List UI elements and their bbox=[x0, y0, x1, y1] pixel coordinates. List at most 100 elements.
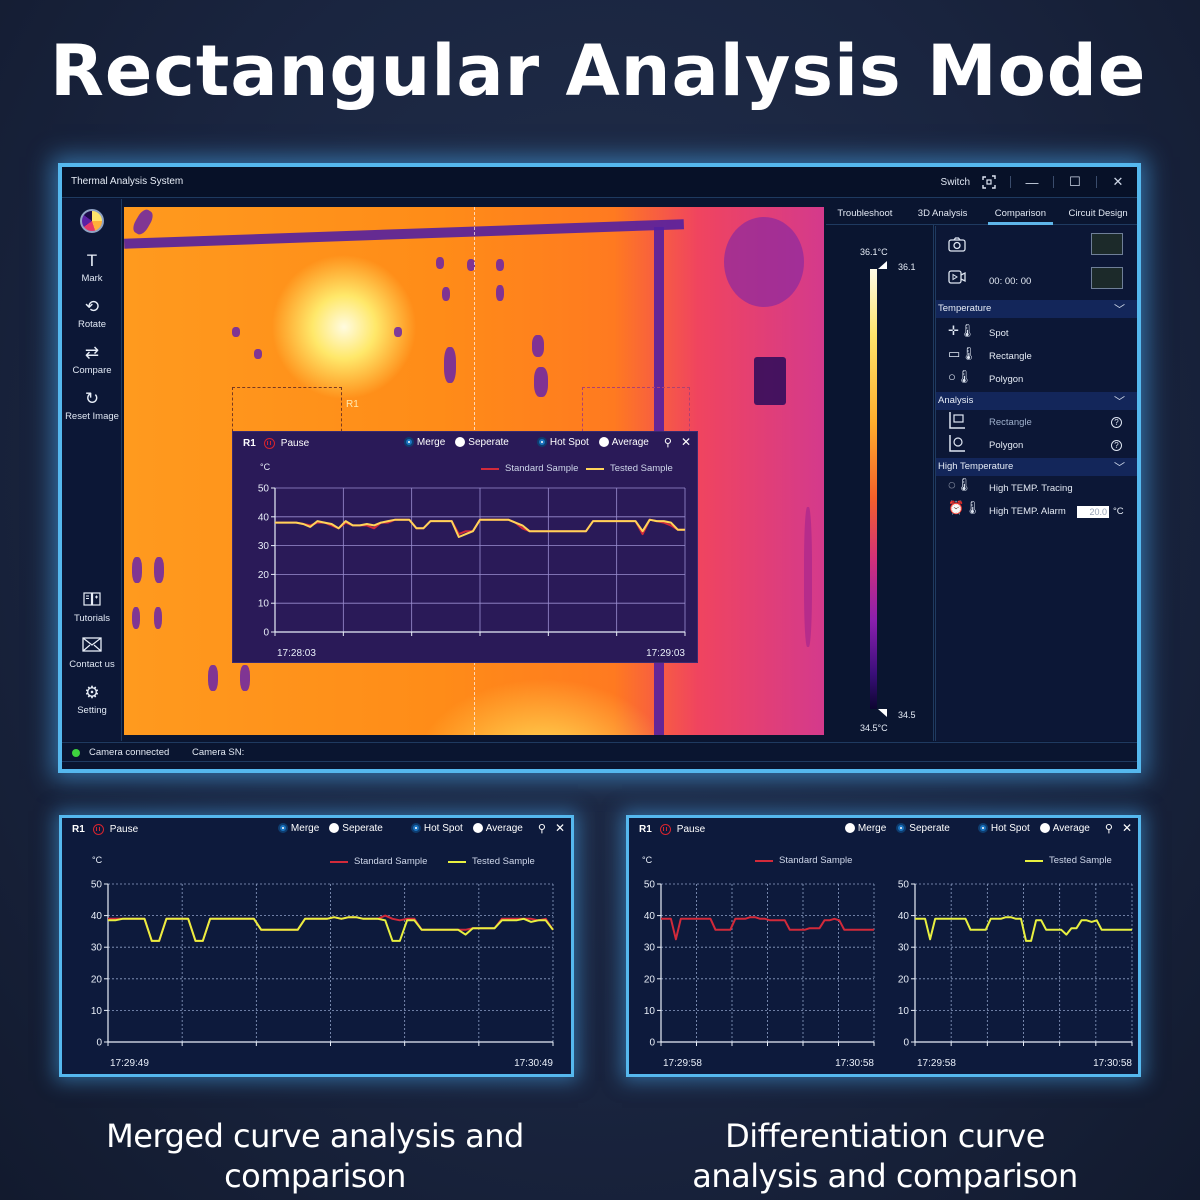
x-tick-label-end: 17:30:58 bbox=[835, 1058, 874, 1069]
chart-panel-overlay: R1 Pause Merge Seperate Hot Spot Average ⚲ ✕ °C S… bbox=[232, 431, 698, 663]
sidebar-item-setting[interactable]: ⚙ Setting bbox=[62, 683, 122, 716]
tab-circuit-design[interactable]: Circuit Design bbox=[1059, 199, 1137, 224]
pcb-chip bbox=[754, 357, 786, 405]
help-icon[interactable]: ? bbox=[1111, 440, 1122, 451]
minimize-button[interactable]: — bbox=[1021, 172, 1043, 192]
y-tick-label: 50 bbox=[91, 880, 103, 891]
video-record-icon[interactable] bbox=[948, 270, 966, 287]
switch-label[interactable]: Switch bbox=[941, 177, 970, 188]
maximize-button[interactable]: ☐ bbox=[1064, 172, 1086, 192]
plot-area: 0 10 20 30 40 50 17:28:03 17:29:03 bbox=[258, 484, 686, 659]
alarm-unit: °C bbox=[1113, 506, 1124, 517]
y-tick-label: 10 bbox=[91, 1006, 103, 1017]
chevron-down-icon[interactable]: ﹀ bbox=[1114, 459, 1125, 475]
high-temp-alarm[interactable]: High TEMP. Alarm bbox=[989, 506, 1066, 517]
max-marker-icon[interactable] bbox=[878, 261, 887, 269]
sidebar-item-mark[interactable]: T Mark bbox=[62, 251, 122, 284]
section-temperature[interactable]: Temperature ﹀ bbox=[936, 300, 1137, 318]
pcb-component bbox=[130, 207, 156, 237]
color-palette-icon bbox=[80, 209, 104, 233]
colorbar-min-marker: 34.5 bbox=[898, 710, 916, 720]
polygon-thermometer-icon: ○🌡 bbox=[948, 369, 973, 384]
y-tick-label: 40 bbox=[898, 911, 910, 922]
y-tick-label: 30 bbox=[258, 541, 270, 552]
camera-icon[interactable] bbox=[948, 237, 966, 255]
connection-status: Camera connected bbox=[89, 747, 170, 758]
help-icon[interactable]: ? bbox=[1111, 417, 1122, 428]
section-high-temperature[interactable]: High Temperature ﹀ bbox=[936, 458, 1137, 476]
sidebar-item-compare[interactable]: ⇄ Compare bbox=[62, 343, 122, 376]
section-analysis[interactable]: Analysis ﹀ bbox=[936, 392, 1137, 410]
sidebar-item-contact-us[interactable]: Contact us bbox=[62, 637, 122, 670]
tool-polygon[interactable]: Polygon bbox=[989, 374, 1023, 385]
min-marker-icon[interactable] bbox=[878, 709, 887, 717]
y-tick-label: 20 bbox=[91, 974, 103, 985]
colorbar-min-label: 34.5°C bbox=[860, 723, 888, 733]
sidebar-item-label: Reset Image bbox=[65, 411, 119, 422]
roi-label: R1 bbox=[346, 399, 359, 410]
sidebar-item-label: Compare bbox=[72, 365, 112, 376]
tab-bar: Troubleshoot 3D Analysis Comparison Circ… bbox=[826, 199, 1137, 225]
pcb-capacitor bbox=[724, 217, 804, 307]
window-controls: Switch — ☐ ✕ bbox=[941, 172, 1129, 192]
high-temp-tracing-icon: ◌🌡 bbox=[948, 477, 973, 492]
switch-icon[interactable] bbox=[978, 172, 1000, 192]
pcb-component bbox=[442, 287, 450, 301]
pcb-component bbox=[240, 665, 250, 691]
text-mark-icon: T bbox=[86, 251, 98, 270]
x-tick-label-start: 17:29:58 bbox=[663, 1058, 702, 1069]
alarm-threshold-input[interactable]: 20.0 bbox=[1077, 506, 1109, 518]
sidebar-item-reset-image[interactable]: ↻ Reset Image bbox=[62, 389, 122, 422]
chevron-down-icon[interactable]: ﹀ bbox=[1114, 301, 1125, 317]
video-thumbnail[interactable] bbox=[1091, 267, 1123, 289]
rectangle-thermometer-icon: ▭🌡 bbox=[948, 346, 977, 361]
pcb-trace bbox=[124, 219, 685, 249]
y-tick-label: 10 bbox=[258, 599, 270, 610]
roi-rectangle-r2[interactable] bbox=[582, 387, 690, 437]
right-panel-body: 00: 00: 00 Temperature ﹀ ✛🌡 Spot ▭🌡 Rect… bbox=[935, 226, 1137, 741]
polygon-analysis-icon bbox=[948, 434, 966, 455]
x-tick-label-end: 17:30:58 bbox=[1093, 1058, 1132, 1069]
colorbar-max-marker: 36.1 bbox=[898, 262, 916, 272]
sidebar-item-tutorials[interactable]: Tutorials bbox=[62, 591, 122, 624]
sidebar: T Mark ⟲ Rotate ⇄ Compare ↻ Reset Image … bbox=[62, 199, 122, 741]
record-timer: 00: 00: 00 bbox=[989, 276, 1032, 287]
tab-3d-analysis[interactable]: 3D Analysis bbox=[904, 199, 982, 224]
y-tick-label: 40 bbox=[644, 911, 656, 922]
pcb-component bbox=[534, 367, 548, 397]
thermal-image[interactable]: R1 R1 Pause Merge Seperate Hot Spot Average ⚲ ✕… bbox=[124, 207, 824, 735]
caption-merged: Merged curve analysis and comparison bbox=[106, 1117, 524, 1195]
pcb-component bbox=[496, 259, 504, 271]
roi-rectangle-r1[interactable] bbox=[232, 387, 342, 437]
section-title: Analysis bbox=[938, 395, 974, 406]
x-tick-label-end: 17:30:49 bbox=[514, 1058, 553, 1069]
divider bbox=[1096, 176, 1097, 188]
sidebar-item-palette[interactable] bbox=[62, 209, 122, 233]
chevron-down-icon[interactable]: ﹀ bbox=[1114, 393, 1125, 409]
y-tick-label: 10 bbox=[644, 1006, 656, 1017]
rotate-icon: ⟲ bbox=[84, 297, 100, 316]
plot-area: 0 10 20 30 40 50 17:29:58 17:30:58 bbox=[644, 880, 875, 1069]
rectangle-analysis-icon bbox=[948, 411, 966, 432]
pcb-component bbox=[532, 335, 544, 357]
app-window: Thermal Analysis System Switch — ☐ ✕ T M… bbox=[58, 163, 1141, 773]
analysis-rectangle[interactable]: Rectangle bbox=[989, 417, 1032, 428]
overlay-chart: 0 10 20 30 40 50 17:28:03 17:29:03 bbox=[258, 484, 686, 659]
y-tick-label: 0 bbox=[649, 1038, 655, 1049]
plot-area: 0 10 20 30 40 50 17:29:49 17:30:49 bbox=[91, 880, 554, 1069]
tool-rectangle[interactable]: Rectangle bbox=[989, 351, 1032, 362]
tab-troubleshoot[interactable]: Troubleshoot bbox=[826, 199, 904, 224]
y-tick-label: 0 bbox=[96, 1038, 102, 1049]
pcb-component bbox=[394, 327, 402, 337]
close-button[interactable]: ✕ bbox=[1107, 172, 1129, 192]
sidebar-item-label: Mark bbox=[81, 273, 103, 284]
high-temp-tracing[interactable]: High TEMP. Tracing bbox=[989, 483, 1073, 494]
colorbar-gradient bbox=[870, 269, 877, 709]
analysis-polygon[interactable]: Polygon bbox=[989, 440, 1023, 451]
tab-comparison[interactable]: Comparison bbox=[982, 199, 1060, 225]
tool-spot[interactable]: Spot bbox=[989, 328, 1009, 339]
pcb-component bbox=[132, 607, 140, 629]
sidebar-item-rotate[interactable]: ⟲ Rotate bbox=[62, 297, 122, 330]
snapshot-thumbnail[interactable] bbox=[1091, 233, 1123, 255]
y-tick-label: 30 bbox=[91, 943, 103, 954]
